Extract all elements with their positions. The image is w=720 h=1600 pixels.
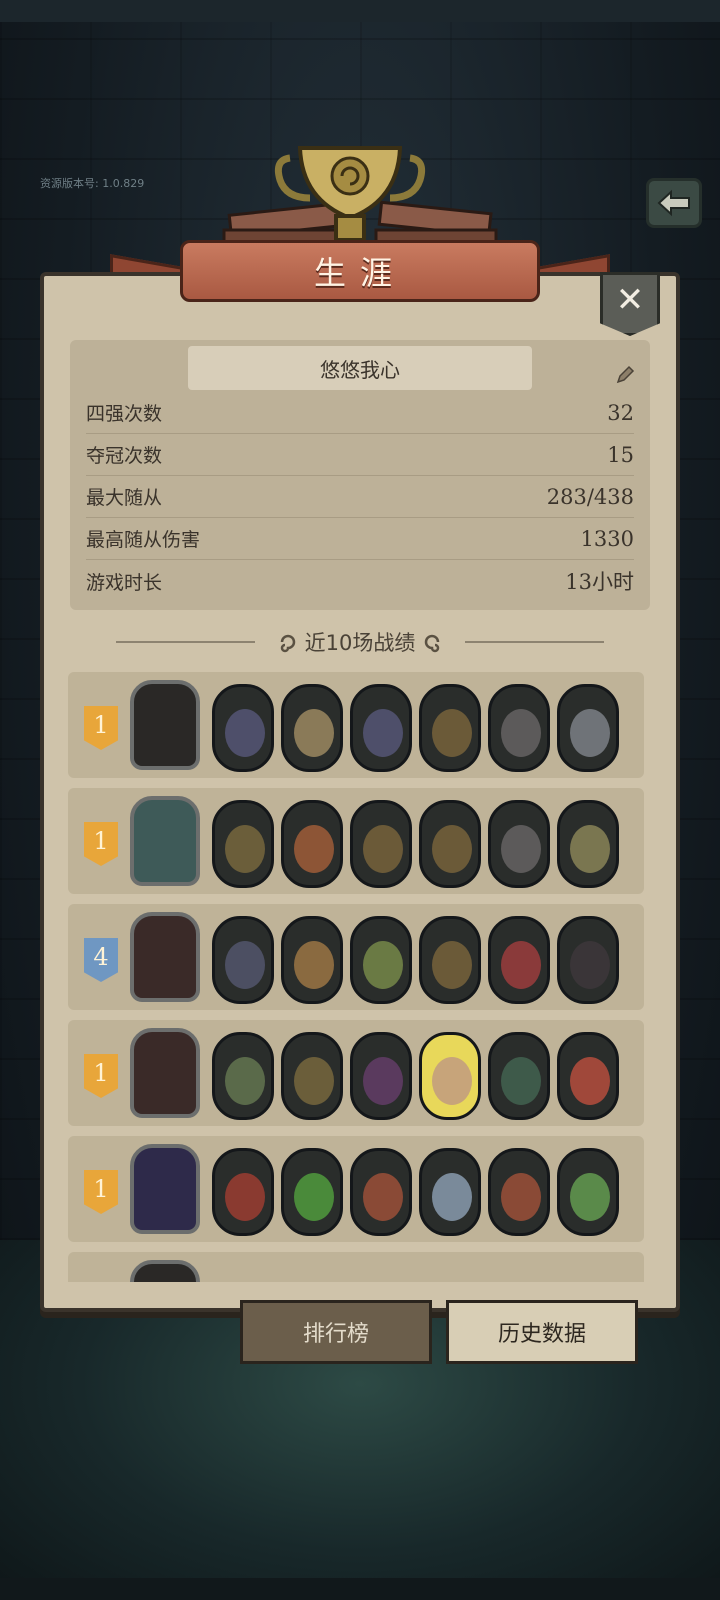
stat-label: 四强次数: [86, 403, 163, 425]
match-row[interactable]: 1: [68, 672, 644, 778]
stat-label: 游戏时长: [86, 571, 163, 594]
match-row[interactable]: 1: [68, 788, 644, 894]
page-title: 生涯: [180, 240, 540, 302]
close-icon: ✕: [615, 280, 645, 320]
minion-card: [350, 916, 412, 1004]
stat-value: 13小时: [565, 570, 634, 594]
minion-card: [281, 1032, 343, 1120]
hero-portrait: [130, 1260, 200, 1282]
navigation-bar: [0, 1578, 720, 1600]
stat-value: 15: [607, 442, 634, 467]
rank-badge: 1: [84, 706, 118, 750]
back-arrow-icon: [657, 189, 690, 217]
status-bar: [0, 0, 720, 22]
match-list[interactable]: 1 1 4 1 1: [68, 672, 644, 1282]
tab-leaderboard[interactable]: 排行榜: [240, 1300, 432, 1364]
minion-card: [419, 1032, 481, 1120]
minion-card: [212, 684, 274, 772]
minion-card: [419, 684, 481, 772]
swirl-icon: [280, 634, 295, 653]
hero-portrait: [130, 680, 200, 770]
minion-card: [419, 800, 481, 888]
minion-card: [281, 684, 343, 772]
minion-card: [281, 916, 343, 1004]
stat-value: 32: [607, 400, 634, 425]
stat-label: 最大随从: [86, 487, 163, 509]
tab-history[interactable]: 历史数据: [446, 1300, 638, 1364]
minion-card: [212, 1032, 274, 1120]
minion-card: [212, 800, 274, 888]
match-row[interactable]: 1: [68, 1020, 644, 1126]
minion-card: [350, 1148, 412, 1236]
minion-card: [350, 1032, 412, 1120]
minion-card: [350, 684, 412, 772]
nickname-text: 悠悠我心: [320, 357, 400, 382]
rank-badge: 1: [84, 822, 118, 866]
nickname-field[interactable]: 悠悠我心: [188, 346, 635, 390]
minion-card: [557, 916, 619, 1004]
hero-portrait: [130, 912, 200, 1002]
pencil-icon[interactable]: [614, 364, 636, 386]
minion-card: [488, 684, 550, 772]
stat-row-max-minions: 最大随从 283/438: [86, 476, 634, 518]
recent-matches-header: 近10场战绩: [100, 624, 620, 660]
minion-card: [281, 1148, 343, 1236]
match-row[interactable]: [68, 1252, 644, 1282]
rank-badge: 4: [84, 938, 118, 982]
divider: [116, 641, 255, 643]
minion-card: [557, 800, 619, 888]
minion-card: [350, 800, 412, 888]
divider: [465, 641, 605, 643]
hero-portrait: [130, 796, 200, 886]
rank-badge: 1: [84, 1054, 118, 1098]
swirl-icon: [425, 634, 440, 653]
minion-card: [557, 1032, 619, 1120]
trophy-icon: [274, 146, 426, 242]
match-row[interactable]: 4: [68, 904, 644, 1010]
hero-portrait: [130, 1028, 200, 1118]
minion-card: [212, 916, 274, 1004]
stat-value: 283/438: [546, 484, 634, 509]
minion-card: [488, 1032, 550, 1120]
version-label: 资源版本号: 1.0.829: [40, 177, 145, 190]
recent-matches-title: 近10场战绩: [304, 631, 416, 655]
stat-row-playtime: 游戏时长 13小时: [86, 560, 634, 602]
stat-row-wins: 夺冠次数 15: [86, 434, 634, 476]
minion-card: [488, 800, 550, 888]
close-button[interactable]: ✕: [600, 272, 660, 336]
minion-card: [488, 1148, 550, 1236]
stat-value: 1330: [580, 526, 634, 551]
minion-card: [557, 684, 619, 772]
stat-label: 夺冠次数: [86, 445, 163, 467]
minion-card: [419, 1148, 481, 1236]
rank-badge: 1: [84, 1170, 118, 1214]
stat-row-max-damage: 最高随从伤害 1330: [86, 518, 634, 560]
stat-label: 最高随从伤害: [86, 529, 201, 551]
match-row[interactable]: 1: [68, 1136, 644, 1242]
minion-card: [488, 916, 550, 1004]
minion-card: [557, 1148, 619, 1236]
back-button[interactable]: [646, 178, 702, 228]
stats-panel: 悠悠我心 四强次数 32 夺冠次数 15 最大随从 283/438 最高随从伤害…: [70, 340, 650, 610]
minion-card: [419, 916, 481, 1004]
minion-card: [281, 800, 343, 888]
minion-card: [212, 1148, 274, 1236]
hero-portrait: [130, 1144, 200, 1234]
stat-row-top4: 四强次数 32: [86, 392, 634, 434]
